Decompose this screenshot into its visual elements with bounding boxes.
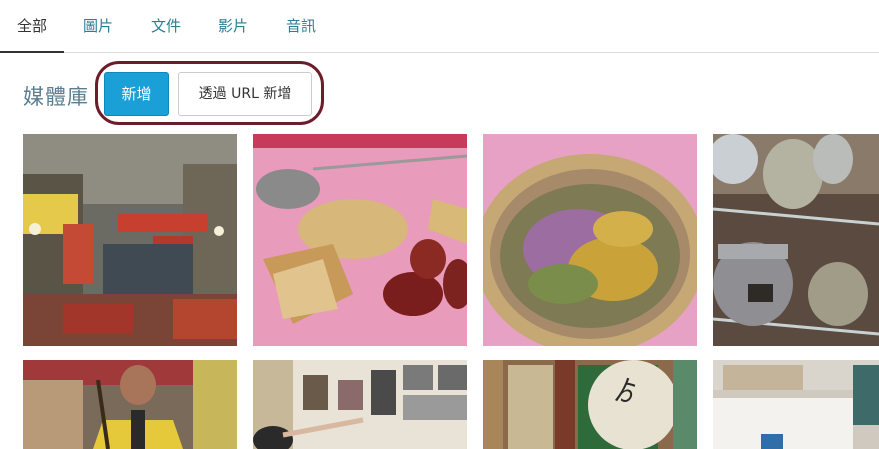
media-thumbnail-herbs-pink-cloth[interactable] — [253, 134, 467, 346]
media-thumbnail-shop-sign[interactable]: ゟ — [483, 360, 697, 449]
herb-shop-street-image — [23, 134, 237, 346]
media-thumbnail-man-yellow-vest[interactable] — [23, 360, 237, 449]
shop-sign-image: ゟ — [483, 360, 697, 449]
media-thumbnail-herb-shop-street[interactable] — [23, 134, 237, 346]
media-thumbnail-herb-jars[interactable] — [713, 134, 879, 346]
tab-all[interactable]: 全部 — [0, 0, 64, 53]
tab-images[interactable]: 圖片 — [68, 0, 128, 53]
add-media-button[interactable]: 新增 — [104, 72, 169, 116]
media-type-tabs: 全部 圖片 文件 影片 音訊 — [0, 0, 879, 53]
flower-tea-basket-image — [483, 134, 697, 346]
svg-text:ゟ: ゟ — [613, 377, 639, 407]
media-thumbnail-tea-box[interactable] — [713, 360, 879, 449]
tab-documents[interactable]: 文件 — [136, 0, 196, 53]
exhibition-wall-image — [253, 360, 467, 449]
herb-jars-image — [713, 134, 879, 346]
tab-videos[interactable]: 影片 — [203, 0, 263, 53]
media-library-title: 媒體庫 — [23, 85, 89, 109]
man-yellow-vest-image — [23, 360, 237, 449]
media-thumbnail-exhibition-wall[interactable] — [253, 360, 467, 449]
tea-box-image — [713, 360, 879, 449]
tab-audio[interactable]: 音訊 — [271, 0, 331, 53]
media-thumbnail-flower-tea-basket[interactable] — [483, 134, 697, 346]
add-from-url-button[interactable]: 透過 URL 新增 — [178, 72, 312, 116]
herbs-pink-cloth-image — [253, 134, 467, 346]
